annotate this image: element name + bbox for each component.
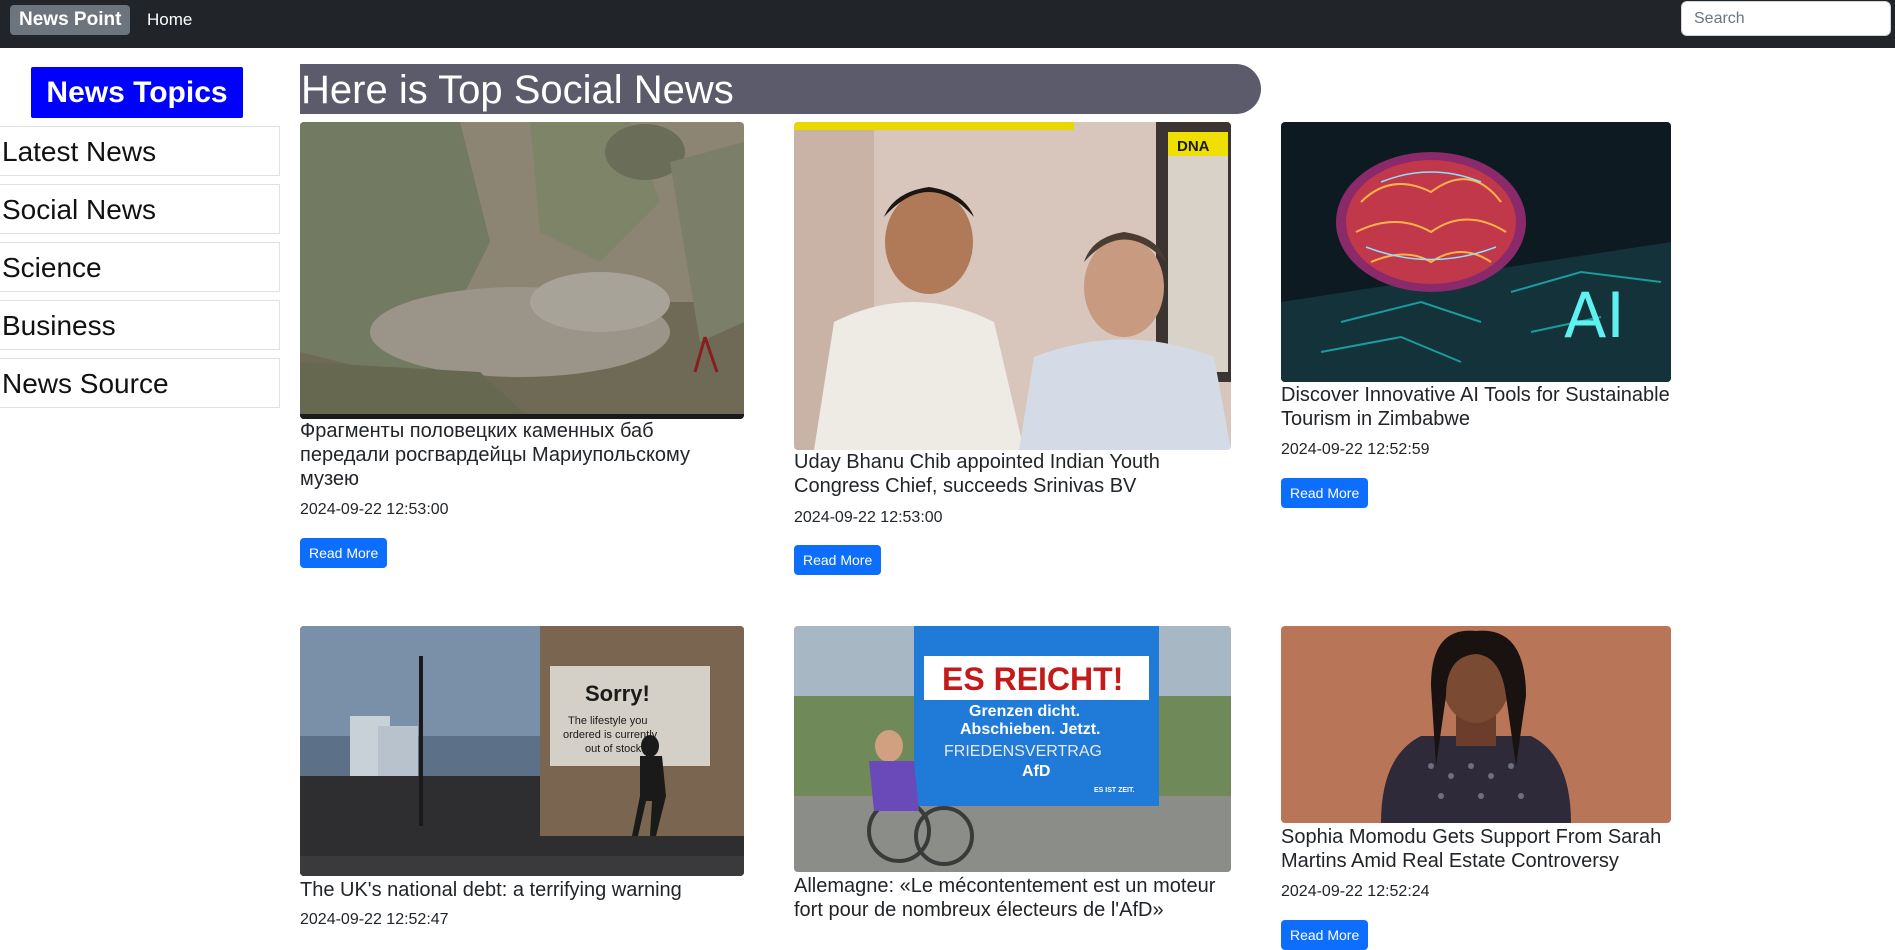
read-more-button[interactable]: Read More — [1281, 478, 1369, 508]
article-image[interactable] — [300, 122, 744, 419]
svg-text:The lifestyle you: The lifestyle you — [568, 715, 647, 727]
svg-text:AfD: AfD — [1022, 763, 1050, 780]
article-image[interactable]: AI — [1281, 122, 1671, 382]
article-title[interactable]: Фрагменты половецких каменных баб переда… — [300, 419, 720, 491]
svg-text:out of stock: out of stock — [585, 743, 642, 755]
article-image[interactable] — [1281, 626, 1671, 823]
article-date: 2024-09-22 12:52:59 — [1281, 441, 1430, 458]
sidebar-item-business[interactable]: Business — [0, 300, 280, 350]
article-date: 2024-09-22 12:53:00 — [794, 509, 943, 526]
svg-text:ES IST ZEIT.: ES IST ZEIT. — [1094, 787, 1135, 794]
read-more-button[interactable]: Read More — [300, 538, 388, 568]
brand-logo[interactable]: News Point — [10, 5, 131, 35]
svg-text:Abschieben. Jetzt.: Abschieben. Jetzt. — [960, 721, 1100, 738]
svg-text:DNA: DNA — [1177, 138, 1210, 155]
svg-text:Sorry!: Sorry! — [585, 681, 650, 706]
nav-home-link[interactable]: Home — [147, 8, 192, 32]
svg-text:ES REICHT!: ES REICHT! — [942, 661, 1123, 697]
sidebar-title: News Topics — [31, 67, 243, 118]
article-date: 2024-09-22 12:53:00 — [300, 501, 449, 518]
svg-text:Grenzen dicht.: Grenzen dicht. — [969, 703, 1080, 720]
read-more-button[interactable]: Read More — [794, 545, 882, 575]
sidebar-item-latest-news[interactable]: Latest News — [0, 126, 280, 176]
sidebar-item-news-source[interactable]: News Source — [0, 358, 280, 408]
article-date: 2024-09-22 12:52:47 — [300, 911, 449, 928]
article-image[interactable]: ES REICHT! Grenzen dicht. Abschieben. Je… — [794, 626, 1231, 872]
article-image[interactable]: DNA — [794, 122, 1231, 450]
article-image[interactable]: Sorry! The lifestyle you ordered is curr… — [300, 626, 744, 876]
read-more-button[interactable]: Read More — [1281, 920, 1369, 950]
sidebar-item-science[interactable]: Science — [0, 242, 280, 292]
article-title[interactable]: Discover Innovative AI Tools for Sustain… — [1281, 383, 1672, 431]
svg-text:AI: AI — [1564, 279, 1625, 352]
search-input[interactable] — [1681, 1, 1891, 36]
top-navbar: News Point Home — [0, 0, 1895, 48]
article-title[interactable]: Allemagne: «Le mécontentement est un mot… — [794, 874, 1231, 922]
article-title[interactable]: Uday Bhanu Chib appointed Indian Youth C… — [794, 450, 1214, 498]
article-title[interactable]: The UK's national debt: a terrifying war… — [300, 878, 740, 902]
svg-text:FRIEDENSVERTRAG: FRIEDENSVERTRAG — [944, 743, 1102, 760]
sidebar-item-social-news[interactable]: Social News — [0, 184, 280, 234]
page-title: Here is Top Social News — [300, 64, 1261, 114]
article-date: 2024-09-22 12:52:24 — [1281, 883, 1430, 900]
article-title[interactable]: Sophia Momodu Gets Support From Sarah Ma… — [1281, 825, 1672, 873]
